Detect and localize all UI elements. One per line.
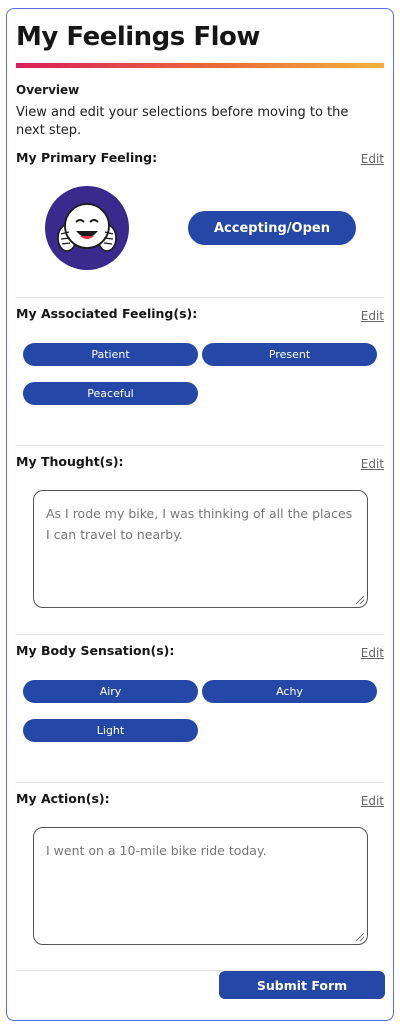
title-accent-bar bbox=[16, 63, 384, 68]
associated-feeling-chip: Peaceful bbox=[23, 382, 198, 405]
edit-thoughts-link[interactable]: Edit bbox=[361, 457, 384, 471]
actions-label: My Action(s): bbox=[16, 791, 110, 806]
actions-textarea[interactable]: I went on a 10-mile bike ride today. bbox=[33, 827, 368, 945]
section-divider bbox=[16, 782, 384, 783]
body-sensations-label: My Body Sensation(s): bbox=[16, 643, 175, 658]
associated-feelings-label: My Associated Feeling(s): bbox=[16, 306, 198, 321]
edit-actions-link[interactable]: Edit bbox=[361, 794, 384, 808]
edit-body-sensations-link[interactable]: Edit bbox=[361, 646, 384, 660]
section-divider bbox=[16, 297, 384, 298]
primary-feeling-badge: Accepting/Open bbox=[188, 211, 356, 245]
body-sensation-chip: Achy bbox=[202, 680, 377, 703]
page-title: My Feelings Flow bbox=[16, 22, 260, 52]
submit-form-button[interactable]: Submit Form bbox=[219, 971, 385, 999]
overview-description: View and edit your selections before mov… bbox=[16, 105, 349, 138]
section-divider bbox=[16, 634, 384, 635]
associated-feeling-chip: Patient bbox=[23, 343, 198, 366]
body-sensation-chip: Light bbox=[23, 719, 198, 742]
resize-handle-icon[interactable] bbox=[356, 596, 364, 604]
associated-feeling-chip: Present bbox=[202, 343, 377, 366]
section-divider bbox=[16, 445, 384, 446]
actions-text: I went on a 10-mile bike ride today. bbox=[46, 843, 267, 858]
thoughts-text: As I rode my bike, I was thinking of all… bbox=[46, 506, 353, 542]
edit-primary-feeling-link[interactable]: Edit bbox=[361, 152, 384, 166]
thoughts-textarea[interactable]: As I rode my bike, I was thinking of all… bbox=[33, 490, 368, 608]
overview-heading: Overview bbox=[16, 83, 80, 97]
resize-handle-icon[interactable] bbox=[356, 933, 364, 941]
primary-feeling-label: My Primary Feeling: bbox=[16, 150, 158, 165]
smiling-face-icon bbox=[45, 186, 129, 270]
body-sensation-chip: Airy bbox=[23, 680, 198, 703]
thoughts-label: My Thought(s): bbox=[16, 454, 124, 469]
edit-associated-feelings-link[interactable]: Edit bbox=[361, 309, 384, 323]
